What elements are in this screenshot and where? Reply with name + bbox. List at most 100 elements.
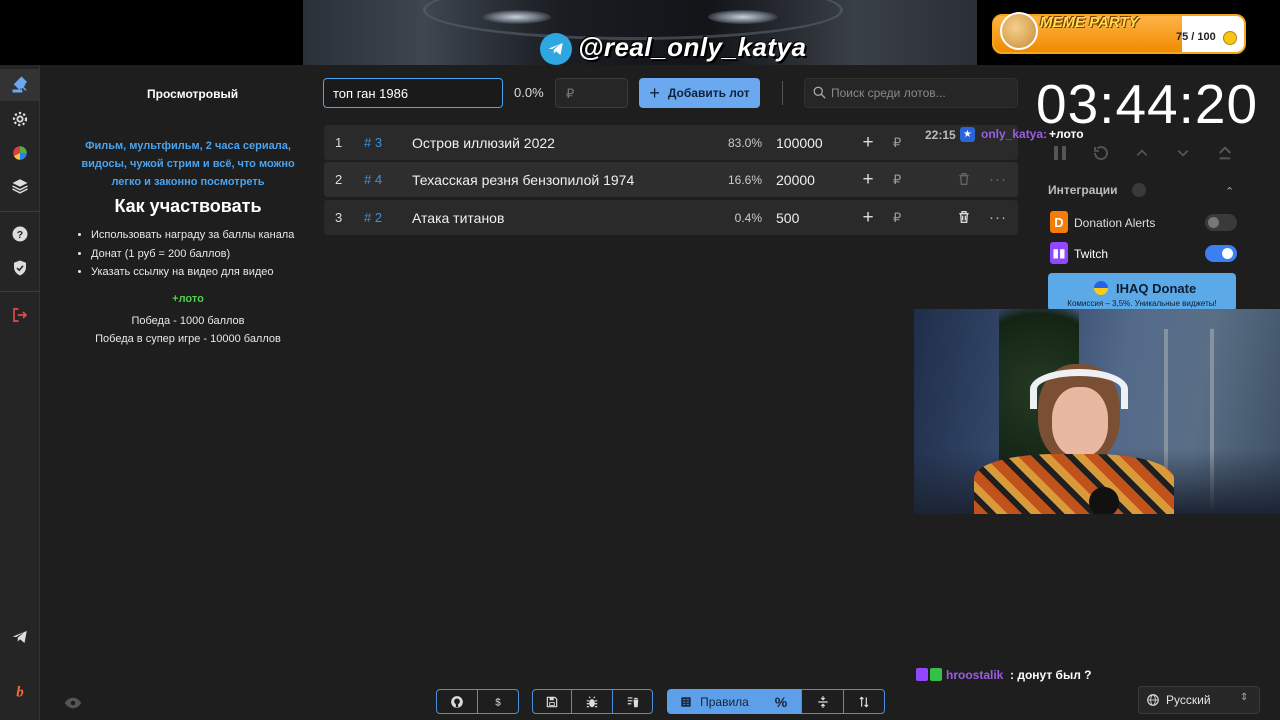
lot-id[interactable]: # 2 <box>364 210 382 225</box>
clear-list-icon[interactable] <box>612 689 653 714</box>
donation-alerts-label: Donation Alerts <box>1074 216 1156 230</box>
add-amount-icon[interactable]: + <box>860 207 876 229</box>
chat-username: hroostalik <box>946 668 1004 682</box>
lot-name-input[interactable] <box>323 78 503 108</box>
trash-icon[interactable] <box>956 171 972 187</box>
chat-timestamp: 22:15 <box>925 128 956 142</box>
lot-row[interactable]: 1 # 3 Остров иллюзий 2022 83.0% 100000 +… <box>324 125 1018 160</box>
info-description: Фильм, мультфильм, 2 часа сериала, видос… <box>81 140 295 188</box>
reset-icon[interactable] <box>1088 140 1114 166</box>
chevron-down-icon[interactable] <box>1170 140 1196 166</box>
timer-controls <box>1040 140 1250 166</box>
lot-name[interactable]: Атака титанов <box>412 210 504 226</box>
save-icon[interactable] <box>532 689 572 714</box>
twitch-badge-icon <box>916 668 928 681</box>
ihaq-title: IHAQ Donate <box>1116 281 1197 296</box>
lot-amount[interactable]: 20000 <box>776 172 815 188</box>
amount-input[interactable] <box>555 78 628 108</box>
auction-icon[interactable] <box>0 69 40 101</box>
lot-name[interactable]: Техасская резня бензопилой 1974 <box>412 172 634 188</box>
rules-icon <box>681 696 691 707</box>
sidebar-divider <box>0 211 40 212</box>
rules-label: Правила <box>700 694 749 709</box>
percent-button[interactable]: % <box>760 689 802 714</box>
add-lot-label: Добавить лот <box>667 86 750 100</box>
chevron-up-icon[interactable] <box>1129 140 1155 166</box>
lot-percent: 0.0% <box>514 85 544 100</box>
sidebar: ? b <box>0 65 40 720</box>
lot-row[interactable]: 3 # 2 Атака титанов 0.4% 500 + ₽ ··· <box>324 200 1018 235</box>
help-icon[interactable]: ? <box>0 218 40 250</box>
participation-list: Использовать награду за баллы канала Дон… <box>78 226 294 282</box>
logout-icon[interactable] <box>0 299 40 331</box>
integrations-title: Интеграции <box>1048 183 1118 197</box>
trash-icon[interactable] <box>956 209 972 225</box>
lot-number: 3 <box>335 210 343 225</box>
svg-text:$: $ <box>495 697 501 708</box>
eye-icon[interactable] <box>64 694 82 712</box>
brand-logo-icon[interactable]: b <box>0 675 40 707</box>
chat-message: : донут был ? <box>1010 668 1092 682</box>
lot-percent: 16.6% <box>727 172 762 187</box>
lot-number: 2 <box>335 172 343 187</box>
svg-text:?: ? <box>17 229 23 241</box>
help-icon[interactable] <box>1132 183 1146 197</box>
add-amount-icon[interactable]: + <box>860 169 876 191</box>
language-label: Русский <box>1166 693 1211 707</box>
rules-button[interactable]: Правила <box>667 689 761 714</box>
compress-icon[interactable] <box>801 689 844 714</box>
donate-dollar-icon[interactable]: $ <box>477 689 519 714</box>
ruble-icon[interactable]: ₽ <box>893 172 901 188</box>
layers-icon[interactable] <box>0 170 40 202</box>
info-title: Как участвовать <box>114 196 262 216</box>
chevron-up-icon[interactable]: ⌃ <box>1225 185 1234 198</box>
ruble-icon[interactable]: ₽ <box>893 135 901 151</box>
telegram-icon[interactable] <box>0 621 40 653</box>
settings-icon[interactable] <box>0 103 40 135</box>
search-placeholder: Поиск среди лотов... <box>831 86 946 100</box>
sub-badge-icon <box>930 668 942 681</box>
ruble-icon[interactable]: ₽ <box>893 210 901 226</box>
sort-icon[interactable] <box>843 689 885 714</box>
lot-number: 1 <box>335 135 343 150</box>
github-icon[interactable] <box>436 689 478 714</box>
list-item: Использовать награду за баллы канала <box>91 226 294 245</box>
twitch-logo-icon: ▮▮ <box>1050 242 1068 264</box>
telegram-logo-icon <box>540 33 572 65</box>
add-amount-icon[interactable]: + <box>860 132 876 154</box>
info-heading: Просмотровый <box>147 87 239 101</box>
more-icon[interactable]: ··· <box>989 171 1007 188</box>
lot-row[interactable]: 2 # 4 Техасская резня бензопилой 1974 16… <box>324 162 1018 197</box>
ukraine-flag-icon <box>1094 281 1108 295</box>
toggle-knob <box>1222 248 1233 259</box>
percent-icon: % <box>774 693 788 710</box>
lot-percent: 0.4% <box>734 210 762 225</box>
donation-alerts-logo-icon: D <box>1050 211 1068 233</box>
pause-icon[interactable] <box>1047 140 1073 166</box>
webcam-video <box>914 309 1280 514</box>
toolbar-divider <box>782 81 783 105</box>
pie-chart-icon[interactable] <box>0 137 40 169</box>
meme-party-title: MEME PARTY <box>1040 14 1139 31</box>
bug-icon[interactable] <box>571 689 613 714</box>
star-badge-icon: ★ <box>960 127 975 142</box>
telegram-handle: @real_only_katya <box>578 32 807 62</box>
lot-id[interactable]: # 4 <box>364 172 382 187</box>
loto-label: +лото <box>172 293 204 305</box>
ihaq-subtitle: Комиссия – 3,5%. Уникальные виджеты! <box>1067 299 1217 308</box>
chat-badges <box>916 668 942 682</box>
shield-icon[interactable] <box>0 252 40 284</box>
more-icon[interactable]: ··· <box>989 209 1007 226</box>
add-lot-button[interactable]: + Добавить лот <box>639 78 760 108</box>
select-arrows-icon: ⇕ <box>1240 692 1249 703</box>
search-icon <box>813 86 826 99</box>
lot-amount[interactable]: 100000 <box>776 135 823 151</box>
double-chevron-up-icon[interactable] <box>1212 140 1238 166</box>
globe-icon <box>1147 694 1159 706</box>
lot-amount[interactable]: 500 <box>776 210 799 226</box>
lot-id[interactable]: # 3 <box>364 135 382 150</box>
lot-name[interactable]: Остров иллюзий 2022 <box>412 135 555 151</box>
twitch-label: Twitch <box>1074 247 1109 261</box>
doge-icon <box>1000 12 1038 50</box>
lot-percent: 83.0% <box>727 135 762 150</box>
